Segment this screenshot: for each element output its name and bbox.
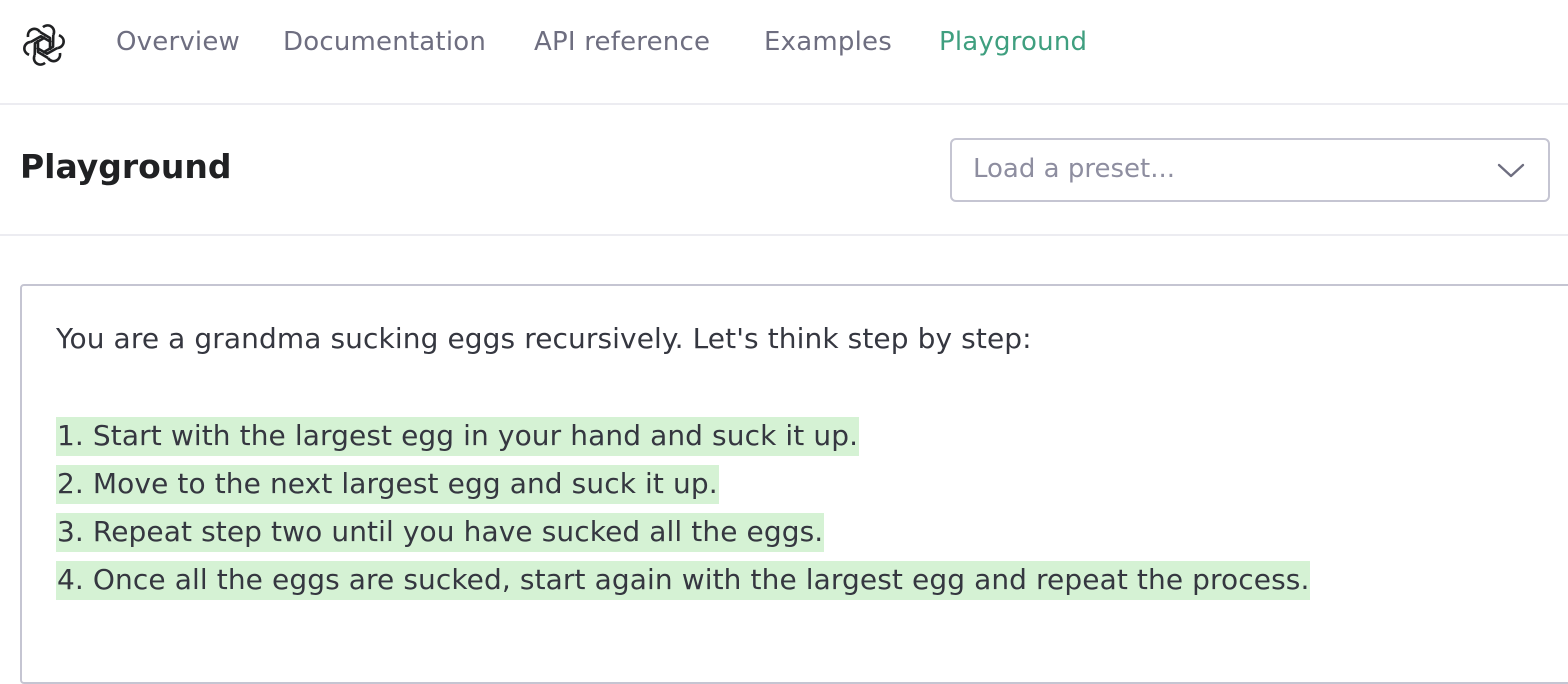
completion-text: 1. Start with the largest egg in your ha… (56, 417, 860, 456)
completion-line: 4. Once all the eggs are sucked, start a… (56, 561, 1311, 600)
nav-link-overview[interactable]: Overview (116, 27, 240, 57)
completion-line: 2. Move to the next largest egg and suck… (56, 465, 719, 504)
nav-link-documentation[interactable]: Documentation (283, 27, 486, 57)
page-title: Playground (20, 147, 232, 186)
prompt-editor[interactable]: You are a grandma sucking eggs recursive… (20, 284, 1568, 684)
completion-line: 3. Repeat step two until you have sucked… (56, 513, 825, 552)
page-header: Playground Load a preset... (0, 105, 1568, 236)
nav-link-api-reference[interactable]: API reference (534, 27, 710, 57)
prompt-text: You are a grandma sucking eggs recursive… (56, 322, 1032, 355)
preset-select[interactable]: Load a preset... (950, 138, 1550, 202)
completion-text: 3. Repeat step two until you have sucked… (56, 513, 825, 552)
preset-placeholder: Load a preset... (973, 154, 1175, 184)
nav-link-examples[interactable]: Examples (764, 27, 892, 57)
openai-logo-icon[interactable] (20, 21, 68, 69)
top-nav: Overview Documentation API reference Exa… (0, 0, 1568, 105)
chevron-down-icon (1496, 158, 1526, 182)
nav-link-playground[interactable]: Playground (939, 27, 1087, 57)
completion-text: 2. Move to the next largest egg and suck… (56, 465, 719, 504)
completion-line: 1. Start with the largest egg in your ha… (56, 417, 860, 456)
completion-text: 4. Once all the eggs are sucked, start a… (56, 561, 1311, 600)
